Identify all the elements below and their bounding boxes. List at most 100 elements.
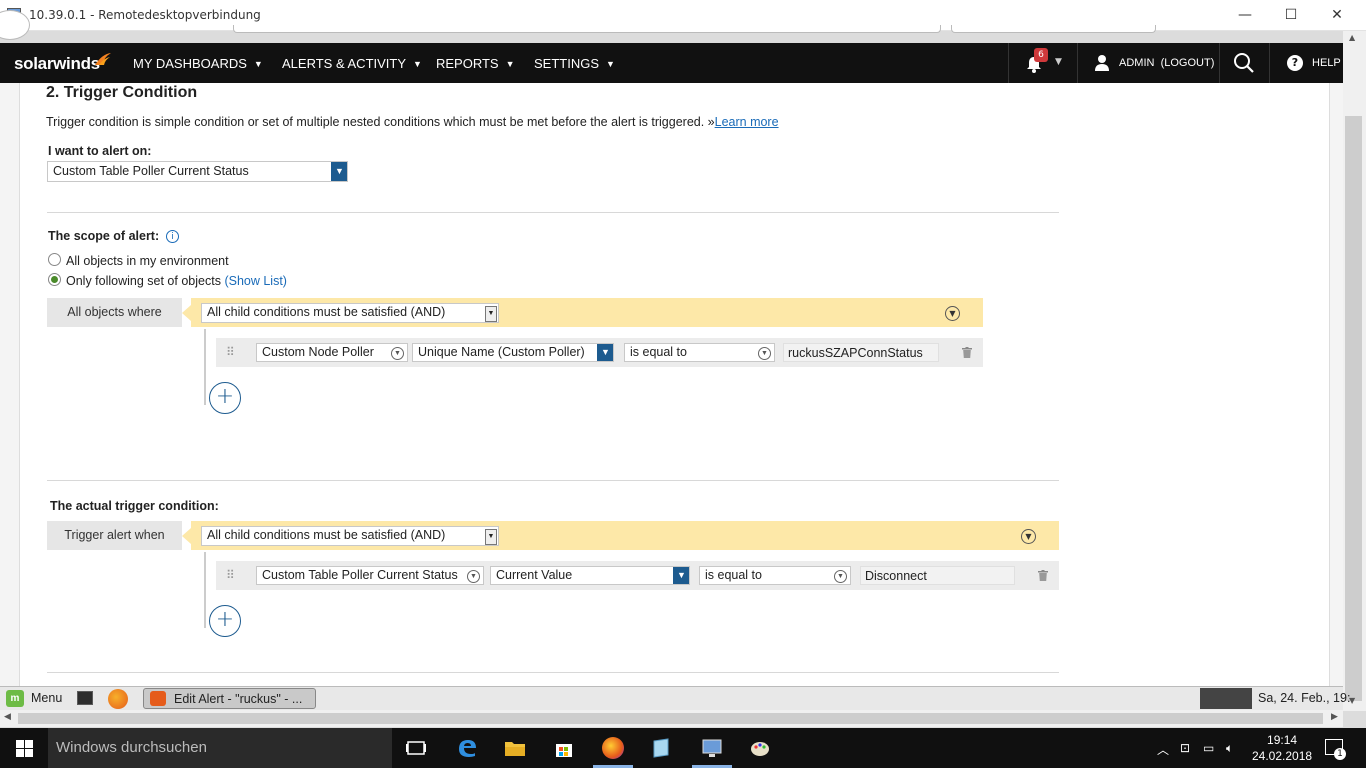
linux-menu-button[interactable]: Menu <box>31 691 62 705</box>
network-icon[interactable]: ⊡ <box>1180 741 1190 755</box>
linux-panel: m Menu Edit Alert - "ruckus" - ... Sa, 2… <box>0 686 1350 710</box>
search-icon[interactable] <box>1233 52 1255 74</box>
scope-condition-value-input[interactable]: ruckusSZAPConnStatus <box>783 343 939 362</box>
nav-alerts-activity[interactable]: ALERTS & ACTIVITY ▼ <box>282 56 422 71</box>
divider <box>47 212 1059 213</box>
divider <box>47 672 1059 673</box>
firefox-icon[interactable] <box>108 689 128 709</box>
trigger-label: The actual trigger condition: <box>50 499 219 513</box>
help-link[interactable]: HELP <box>1312 57 1341 69</box>
taskbar-window-edit-alert[interactable]: Edit Alert - "ruckus" - ... <box>143 688 316 709</box>
trigger-condition-panel: 2. Trigger Condition Trigger condition i… <box>19 83 1330 686</box>
firefox-icon <box>150 691 166 706</box>
alert-on-select[interactable]: Custom Table Poller Current Status ▼ <box>47 161 348 182</box>
windows-taskbar: Windows durchsuchen ︿ ⊡ ▭ 🔈︎ 19:14 24.02… <box>0 728 1366 768</box>
volume-icon[interactable]: 🔈︎ <box>1226 741 1233 756</box>
chevron-down-icon: ▼ <box>758 347 771 360</box>
chevron-down-icon[interactable]: ▼ <box>1055 57 1062 67</box>
chevron-down-icon: ▼ <box>485 529 497 545</box>
section-description: Trigger condition is simple condition or… <box>46 115 779 129</box>
divider <box>47 480 1059 481</box>
scroll-right-icon[interactable]: ▶ <box>1331 712 1338 722</box>
chevron-down-icon: ▼ <box>391 347 404 360</box>
trigger-group-operator-select[interactable]: All child conditions must be satisfied (… <box>201 526 499 546</box>
page-content: 2. Trigger Condition Trigger condition i… <box>0 83 1343 686</box>
chevron-down-icon: ▼ <box>485 306 497 322</box>
trash-icon[interactable] <box>1038 570 1048 581</box>
scrollbar-thumb[interactable] <box>18 713 1323 724</box>
windows-clock[interactable]: 19:14 24.02.2018 <box>1252 732 1312 764</box>
learn-more-link[interactable]: Learn more <box>715 115 779 129</box>
monitor-icon[interactable]: ▭ <box>1203 741 1214 755</box>
edge-icon[interactable] <box>456 737 478 759</box>
chevron-down-icon: ▼ <box>834 570 847 583</box>
scope-condition-row: ⠿ Custom Node Poller ▼ Unique Name (Cust… <box>216 338 983 367</box>
notification-count-badge: 1 <box>1334 748 1346 760</box>
section-title: 2. Trigger Condition <box>46 84 198 101</box>
firefox-icon[interactable] <box>602 737 624 759</box>
scope-condition-operator-select[interactable]: is equal to ▼ <box>624 343 775 362</box>
terminal-icon[interactable] <box>77 691 93 705</box>
remote-desktop-icon[interactable] <box>701 737 723 759</box>
trash-icon[interactable] <box>962 347 972 358</box>
radio-all-objects[interactable]: All objects in my environment <box>48 253 229 268</box>
notepad-icon[interactable] <box>650 737 672 759</box>
chevron-down-icon: ▼ <box>597 344 613 361</box>
chevron-down-icon: ▼ <box>673 567 689 584</box>
add-trigger-condition-button[interactable]: + <box>209 605 241 637</box>
task-view-icon[interactable] <box>405 737 427 759</box>
solarwinds-logo[interactable]: solarwinds <box>14 54 100 74</box>
trigger-condition-field-select[interactable]: Current Value ▼ <box>490 566 690 585</box>
collapse-icon[interactable]: ▼ <box>1021 529 1036 544</box>
horizontal-scrollbar[interactable]: ◀ ▶ <box>0 710 1343 727</box>
add-scope-condition-button[interactable]: + <box>209 382 241 414</box>
scope-label: The scope of alert: <box>48 229 160 243</box>
scope-group-operator-select[interactable]: All child conditions must be satisfied (… <box>201 303 499 323</box>
maximize-button[interactable]: ☐ <box>1268 4 1314 26</box>
scope-condition-object-select[interactable]: Custom Node Poller ▼ <box>256 343 408 362</box>
windows-start-icon[interactable] <box>16 740 33 757</box>
solarwinds-flame-icon <box>95 53 111 65</box>
top-navigation: solarwinds MY DASHBOARDS ▼ ALERTS & ACTIV… <box>0 43 1343 83</box>
chevron-up-icon[interactable]: ︿ <box>1157 741 1169 758</box>
vertical-scrollbar[interactable]: ▲ ▼ <box>1343 31 1366 711</box>
linux-clock: Sa, 24. Feb., 19: <box>1258 691 1351 705</box>
user-menu[interactable]: ADMIN (LOGOUT) <box>1119 57 1214 69</box>
file-explorer-icon[interactable] <box>504 737 526 759</box>
notification-badge: 6 <box>1034 48 1048 62</box>
user-icon <box>1095 55 1109 71</box>
nav-my-dashboards[interactable]: MY DASHBOARDS ▼ <box>133 56 263 71</box>
radio-button-selected[interactable] <box>48 273 61 286</box>
scroll-left-icon[interactable]: ◀ <box>4 712 11 722</box>
drag-handle-icon[interactable]: ⠿ <box>226 345 235 359</box>
trigger-condition-operator-select[interactable]: is equal to ▼ <box>699 566 851 585</box>
nav-reports[interactable]: REPORTS ▼ <box>436 56 515 71</box>
help-icon[interactable]: ? <box>1287 55 1303 71</box>
close-button[interactable]: ✕ <box>1314 4 1360 26</box>
scrollbar-thumb[interactable] <box>1345 116 1362 701</box>
store-icon[interactable] <box>553 737 575 759</box>
browser-search-bar[interactable] <box>951 25 1156 33</box>
system-tray-icons[interactable] <box>1200 688 1252 709</box>
trigger-condition-row: ⠿ Custom Table Poller Current Status ▼ C… <box>216 561 1059 590</box>
radio-button[interactable] <box>48 253 61 266</box>
chevron-down-icon: ▼ <box>331 162 347 181</box>
show-list-link[interactable]: (Show List) <box>224 274 287 288</box>
info-icon[interactable]: i <box>166 230 179 243</box>
nav-settings[interactable]: SETTINGS ▼ <box>534 56 615 71</box>
minimize-button[interactable]: — <box>1222 4 1268 26</box>
scope-condition-field-select[interactable]: Unique Name (Custom Poller) ▼ <box>412 343 614 362</box>
trigger-group-label: Trigger alert when <box>47 521 182 550</box>
drag-handle-icon[interactable]: ⠿ <box>226 568 235 582</box>
browser-address-bar[interactable] <box>233 25 941 33</box>
alert-on-label: I want to alert on: <box>48 144 152 158</box>
mint-menu-icon[interactable]: m <box>6 690 24 707</box>
windows-search-box[interactable]: Windows durchsuchen <box>48 728 392 768</box>
radio-following-objects[interactable]: Only following set of objects (Show List… <box>48 273 287 288</box>
chevron-down-icon: ▼ <box>467 570 480 583</box>
trigger-condition-value-input[interactable]: Disconnect <box>860 566 1015 585</box>
trigger-condition-object-select[interactable]: Custom Table Poller Current Status ▼ <box>256 566 484 585</box>
collapse-icon[interactable]: ▼ <box>945 306 960 321</box>
scroll-up-icon[interactable]: ▲ <box>1349 33 1355 42</box>
paint-icon[interactable] <box>749 737 771 759</box>
